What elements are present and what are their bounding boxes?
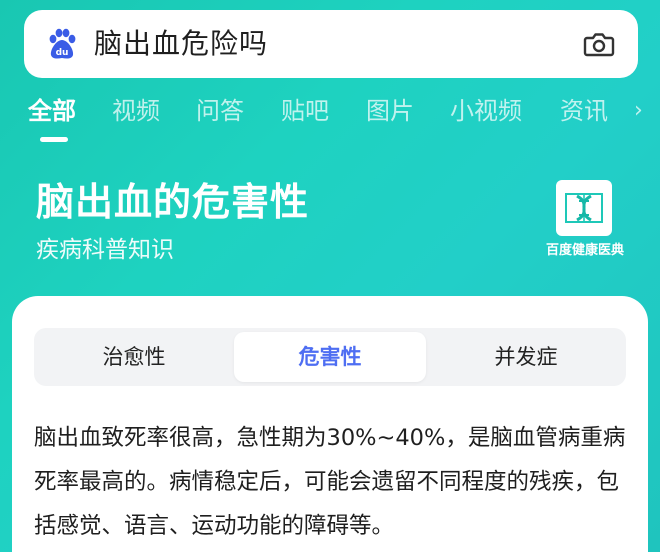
search-query[interactable]: 脑出血危险吗 — [94, 26, 268, 62]
tab-images[interactable]: 图片 — [366, 94, 414, 128]
tab-tieba[interactable]: 贴吧 — [281, 94, 329, 128]
baidu-paw-icon[interactable]: du — [44, 26, 80, 62]
tab-video[interactable]: 视频 — [112, 94, 160, 128]
knowledge-subtitle: 疾病科普知识 — [36, 237, 174, 263]
brand-label: 百度健康医典 — [545, 243, 624, 258]
active-tab-indicator — [40, 137, 68, 142]
camera-icon[interactable] — [582, 27, 616, 61]
tabs-more-chevron-icon[interactable]: › — [634, 94, 643, 128]
tab-short-video[interactable]: 小视频 — [450, 94, 522, 128]
brand-badge[interactable]: 百度健康医典 — [540, 180, 630, 264]
description-text: 脑出血致死率很高，急性期为30%~40%，是脑血管病重病死率最高的。病情稳定后，… — [34, 425, 626, 539]
tab-news[interactable]: 资讯 — [560, 94, 608, 128]
svg-text:du: du — [56, 48, 69, 58]
segment-complications[interactable]: 并发症 — [426, 328, 626, 386]
dna-book-icon — [556, 180, 612, 236]
search-tabs: 全部 视频 问答 贴吧 图片 小视频 资讯 › — [0, 90, 660, 140]
segmented-control: 治愈性 危害性 并发症 — [34, 328, 626, 386]
knowledge-title[interactable]: 脑出血的危害性 — [36, 176, 309, 228]
tab-qa[interactable]: 问答 — [196, 94, 244, 128]
search-bar[interactable]: du 脑出血危险吗 — [24, 10, 638, 78]
segment-harm[interactable]: 危害性 — [234, 332, 426, 382]
segment-cure[interactable]: 治愈性 — [34, 328, 234, 386]
content-card: 治愈性 危害性 并发症 脑出血致死率很高，急性期为30%~40%，是脑血管病重病… — [12, 296, 648, 552]
tab-all[interactable]: 全部 — [28, 94, 76, 128]
